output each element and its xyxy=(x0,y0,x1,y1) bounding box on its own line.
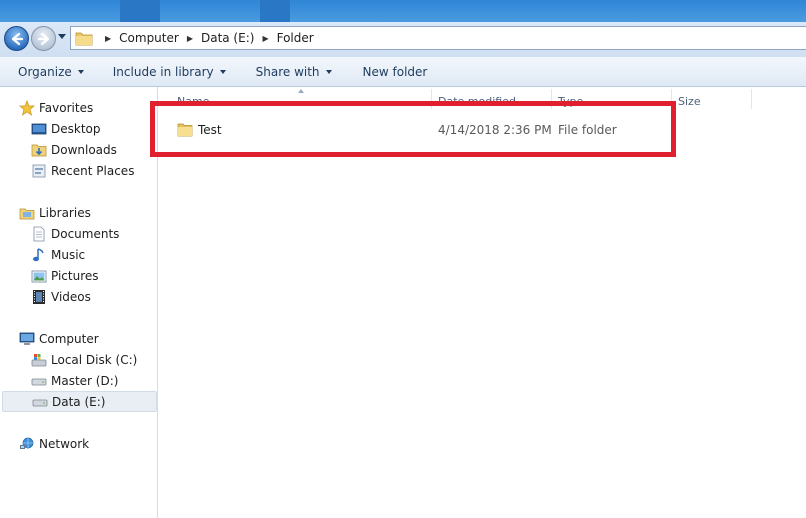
organize-button[interactable]: Organize xyxy=(9,61,93,83)
sidebar-item-label: Recent Places xyxy=(51,163,135,178)
desktop-icon xyxy=(30,121,47,137)
sidebar-item-label: Master (D:) xyxy=(51,373,119,388)
address-bar[interactable]: ▶ Computer ▶ Data (E:) ▶ Folder xyxy=(70,26,806,50)
chevron-down-icon xyxy=(325,69,332,74)
column-divider[interactable] xyxy=(751,89,752,109)
sidebar-item-label: Network xyxy=(39,436,90,451)
breadcrumb-label: Folder xyxy=(276,31,314,45)
downloads-folder-icon xyxy=(30,142,47,158)
breadcrumb-separator[interactable]: ▶ xyxy=(99,34,119,43)
sidebar-item-music[interactable]: Music xyxy=(0,244,157,265)
sidebar-item-label: Computer xyxy=(39,331,99,346)
column-header-size[interactable]: Size xyxy=(678,95,701,108)
sidebar-item-label: Downloads xyxy=(51,142,117,157)
computer-icon xyxy=(18,331,35,347)
recent-places-icon xyxy=(30,163,47,179)
sidebar-item-master-d[interactable]: Master (D:) xyxy=(0,370,157,391)
breadcrumb-arrow-icon[interactable]: ▶ xyxy=(187,34,193,43)
sidebar-item-local-disk-c[interactable]: Local Disk (C:) xyxy=(0,349,157,370)
title-bar-shadow xyxy=(260,0,290,22)
pictures-icon xyxy=(30,268,47,284)
sidebar-item-recent-places[interactable]: Recent Places xyxy=(0,160,157,181)
network-icon xyxy=(18,436,35,452)
sidebar-item-network[interactable]: Network xyxy=(0,433,157,454)
drive-icon xyxy=(31,394,48,410)
sidebar-item-libraries[interactable]: Libraries xyxy=(0,202,157,223)
sidebar-item-label: Documents xyxy=(51,226,120,241)
sidebar-item-label: Videos xyxy=(51,289,91,304)
breadcrumb-label: Data (E:) xyxy=(200,31,255,45)
include-in-library-label: Include in library xyxy=(112,64,214,79)
breadcrumb-folder[interactable]: Folder xyxy=(277,31,316,45)
share-with-label: Share with xyxy=(255,64,320,79)
sidebar-item-label: Music xyxy=(51,247,86,262)
documents-icon xyxy=(30,226,47,242)
sidebar-item-label: Data (E:) xyxy=(52,394,106,409)
forward-button[interactable] xyxy=(31,26,56,51)
libraries-icon xyxy=(18,205,35,221)
sidebar-item-label: Favorites xyxy=(39,100,94,115)
sidebar-item-label: Pictures xyxy=(51,268,99,283)
include-in-library-button[interactable]: Include in library xyxy=(104,61,235,83)
back-button[interactable] xyxy=(4,26,29,51)
command-toolbar: Organize Include in library Share with N… xyxy=(0,57,806,87)
sidebar-item-data-e[interactable]: Data (E:) xyxy=(2,391,157,412)
sidebar-item-favorites[interactable]: Favorites xyxy=(0,97,157,118)
sidebar-item-label: Local Disk (C:) xyxy=(51,352,138,367)
chevron-down-icon xyxy=(77,69,84,74)
music-note-icon xyxy=(30,247,47,263)
drive-icon xyxy=(30,373,47,389)
breadcrumb-arrow-icon[interactable]: ▶ xyxy=(262,34,268,43)
star-icon xyxy=(18,99,35,116)
title-bar-shadow xyxy=(120,0,160,22)
videos-icon xyxy=(30,289,47,305)
sidebar-item-documents[interactable]: Documents xyxy=(0,223,157,244)
title-bar xyxy=(0,0,806,22)
new-folder-button[interactable]: New folder xyxy=(354,61,437,83)
breadcrumb-label: Computer xyxy=(119,31,179,45)
sidebar-item-label: Libraries xyxy=(39,205,91,220)
chevron-down-icon xyxy=(219,69,226,74)
new-folder-label: New folder xyxy=(362,64,428,79)
sidebar-item-computer[interactable]: Computer xyxy=(0,328,157,349)
share-with-button[interactable]: Share with xyxy=(247,61,341,83)
sidebar-item-downloads[interactable]: Downloads xyxy=(0,139,157,160)
sidebar-item-videos[interactable]: Videos xyxy=(0,286,157,307)
sidebar-item-desktop[interactable]: Desktop xyxy=(0,118,157,139)
breadcrumb-data-e[interactable]: Data (E:) ▶ xyxy=(201,31,277,45)
forward-arrow-icon xyxy=(37,32,49,45)
highlight-annotation xyxy=(150,101,676,157)
sidebar-item-label: Desktop xyxy=(51,121,101,136)
recent-pages-dropdown-icon[interactable] xyxy=(58,34,66,40)
navigation-pane: Favorites Desktop Downloads Recent Place… xyxy=(0,87,158,518)
back-arrow-icon xyxy=(11,32,23,45)
sidebar-item-pictures[interactable]: Pictures xyxy=(0,265,157,286)
system-drive-icon xyxy=(30,352,47,368)
folder-icon xyxy=(75,32,93,46)
navigation-bar: ▶ Computer ▶ Data (E:) ▶ Folder xyxy=(0,22,806,57)
organize-label: Organize xyxy=(18,64,72,79)
breadcrumb-computer[interactable]: Computer ▶ xyxy=(119,31,201,45)
sort-ascending-icon xyxy=(298,89,304,93)
